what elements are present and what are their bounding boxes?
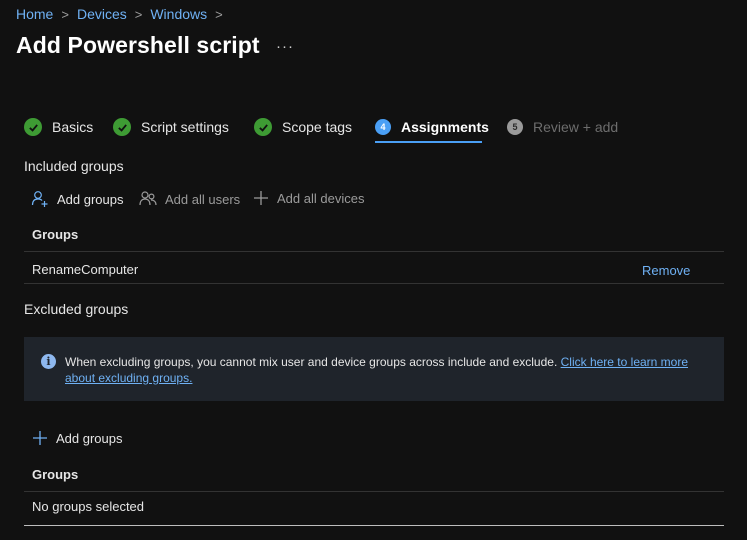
group-name-cell: RenameComputer bbox=[32, 262, 139, 277]
breadcrumb-windows[interactable]: Windows bbox=[150, 6, 207, 22]
active-step-indicator bbox=[375, 141, 482, 143]
more-options-button[interactable]: ··· bbox=[276, 38, 294, 55]
step-label: Assignments bbox=[401, 119, 489, 135]
divider bbox=[24, 491, 724, 492]
divider bbox=[24, 525, 724, 526]
step-label: Script settings bbox=[141, 119, 229, 135]
breadcrumb: Home > Devices > Windows > bbox=[16, 6, 231, 22]
step-script-settings[interactable]: Script settings bbox=[113, 116, 229, 138]
plus-icon bbox=[32, 430, 48, 446]
step-label: Review + add bbox=[533, 119, 619, 135]
empty-state-text: No groups selected bbox=[32, 499, 145, 514]
included-groups-heading: Included groups bbox=[24, 158, 124, 174]
step-assignments[interactable]: 4 Assignments bbox=[375, 116, 489, 138]
info-message-bar: i When excluding groups, you cannot mix … bbox=[24, 337, 724, 401]
chevron-right-icon: > bbox=[61, 6, 69, 22]
excluded-groups-column-header: Groups bbox=[32, 467, 79, 482]
breadcrumb-home[interactable]: Home bbox=[16, 6, 53, 22]
excluded-groups-heading: Excluded groups bbox=[24, 301, 129, 317]
checkmark-icon bbox=[254, 118, 272, 136]
info-message: When excluding groups, you cannot mix us… bbox=[65, 354, 705, 386]
checkmark-icon bbox=[24, 118, 42, 136]
add-excluded-groups-button[interactable]: Add groups bbox=[32, 430, 123, 446]
add-groups-label: Add groups bbox=[56, 430, 123, 446]
info-icon: i bbox=[41, 354, 56, 369]
chevron-right-icon: > bbox=[215, 6, 223, 22]
step-label: Scope tags bbox=[282, 119, 353, 135]
remove-group-link[interactable]: Remove bbox=[642, 263, 690, 278]
checkmark-icon bbox=[113, 118, 131, 136]
step-basics[interactable]: Basics bbox=[24, 116, 93, 138]
included-groups-column-header: Groups bbox=[32, 227, 79, 242]
page-title: Add Powershell script bbox=[16, 32, 260, 58]
breadcrumb-devices[interactable]: Devices bbox=[77, 6, 127, 22]
step-label: Basics bbox=[52, 119, 94, 135]
people-icon bbox=[139, 190, 157, 208]
step-number-badge: 4 bbox=[375, 119, 391, 135]
step-scope-tags[interactable]: Scope tags bbox=[254, 116, 352, 138]
plus-icon bbox=[253, 190, 269, 206]
add-all-users-button[interactable]: Add all users bbox=[139, 190, 240, 208]
add-groups-button[interactable]: Add groups bbox=[31, 190, 124, 208]
wizard-steps: Basics Script settings Scope tags 4 Assi… bbox=[24, 116, 724, 146]
info-message-text: When excluding groups, you cannot mix us… bbox=[65, 355, 561, 369]
chevron-right-icon: > bbox=[134, 6, 143, 22]
step-number-badge: 5 bbox=[507, 119, 523, 135]
add-all-devices-button[interactable]: Add all devices bbox=[253, 190, 364, 206]
divider bbox=[24, 251, 724, 252]
add-person-icon bbox=[31, 190, 49, 208]
step-review-add[interactable]: 5 Review + add bbox=[507, 116, 618, 138]
add-groups-label: Add groups bbox=[57, 191, 124, 207]
add-all-devices-label: Add all devices bbox=[277, 190, 365, 206]
divider bbox=[24, 283, 724, 284]
add-all-users-label: Add all users bbox=[165, 191, 241, 207]
